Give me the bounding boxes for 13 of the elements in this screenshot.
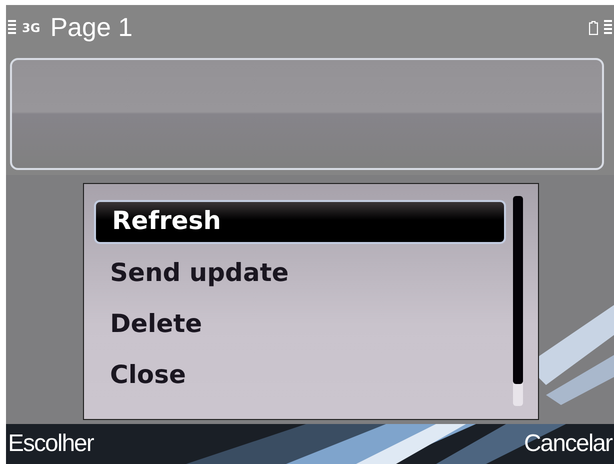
scrollbar[interactable]	[512, 196, 524, 406]
text-field[interactable]	[10, 58, 604, 170]
signal-icon	[8, 20, 16, 36]
network-label: 3G	[22, 20, 40, 34]
cancel-softkey[interactable]: Cancelar	[522, 430, 614, 458]
menu-item[interactable]: Refresh	[94, 200, 506, 244]
select-softkey[interactable]: Escolher	[6, 430, 96, 458]
battery-level-icon	[604, 20, 612, 36]
menu-item[interactable]: Send update	[94, 251, 506, 302]
page-title: Page 1	[50, 12, 133, 43]
menu-item[interactable]: Close	[94, 353, 506, 404]
menu-item[interactable]: Delete	[94, 302, 506, 353]
battery-icon	[589, 20, 598, 34]
